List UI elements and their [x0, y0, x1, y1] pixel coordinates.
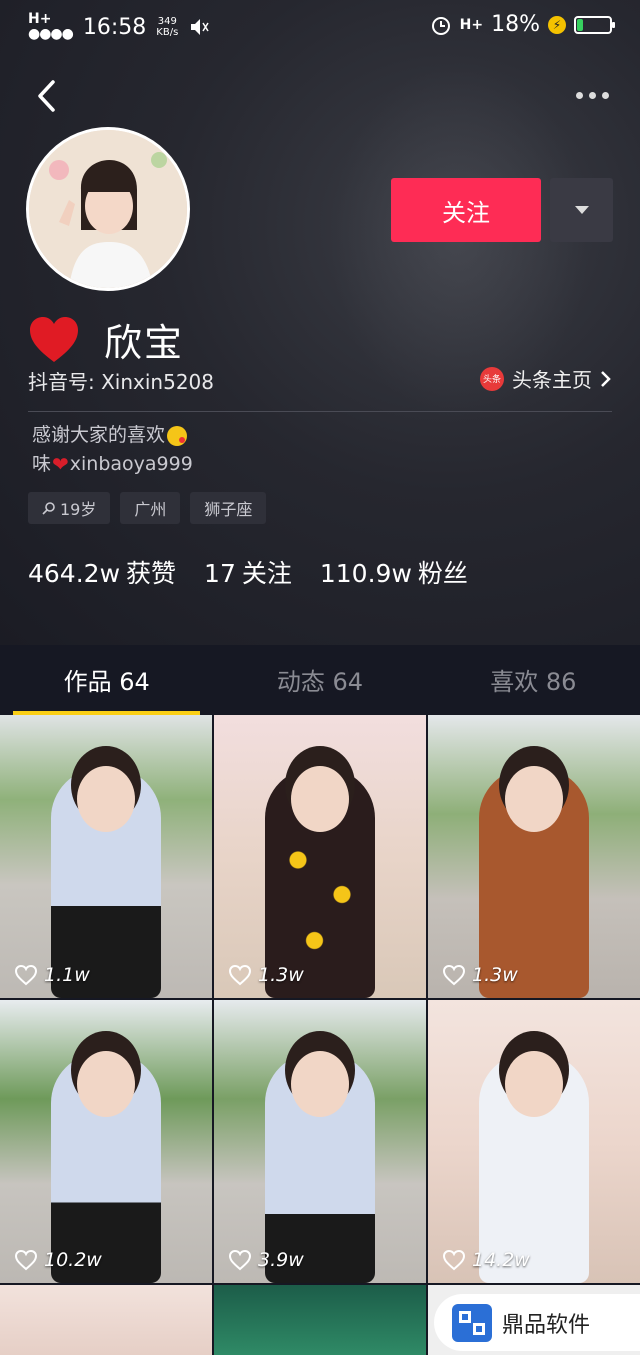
bio-line-2-prefix: 味	[32, 453, 52, 475]
heart-outline-icon	[14, 964, 38, 986]
female-icon	[42, 502, 55, 515]
bio-line-1: 感谢大家的喜欢	[32, 424, 166, 446]
mute-icon	[191, 19, 209, 35]
charging-icon: ⚡	[548, 15, 566, 34]
avatar[interactable]	[26, 127, 190, 291]
triangle-down-icon	[574, 206, 589, 214]
bio: 感谢大家的喜欢 味 ❤ xinbaoya999	[32, 421, 193, 479]
stat-following[interactable]: 17 关注	[204, 554, 292, 590]
battery-icon	[574, 15, 615, 34]
stat-fans[interactable]: 110.9w 粉丝	[320, 554, 468, 590]
status-bar-left: H+ ●●●● 16:58 349 KB/s	[28, 12, 210, 42]
tag-city: 广州	[120, 492, 181, 524]
alarm-icon	[431, 16, 450, 35]
like-count: 10.2w	[14, 1249, 102, 1271]
heart-emoji-icon: ❤	[52, 452, 69, 476]
battery-level	[577, 18, 583, 31]
heart-outline-icon	[228, 1249, 252, 1271]
stat-likes: 464.2w 获赞	[28, 559, 177, 588]
profile-stats: 464.2w 获赞 17 关注 110.9w 粉丝	[28, 554, 468, 590]
follow-button[interactable]: 关注	[391, 178, 541, 242]
toutiao-icon: 头条	[480, 366, 504, 391]
like-count: 3.9w	[228, 1249, 304, 1271]
battery-percent: 18%	[491, 12, 540, 37]
heart-outline-icon	[442, 1249, 466, 1271]
tag-age: 19岁	[28, 492, 111, 524]
heart-outline-icon	[14, 1249, 38, 1271]
watermark: 鼎品软件	[434, 1294, 640, 1351]
heart-icon	[28, 316, 80, 364]
heart-outline-icon	[228, 964, 252, 986]
tab-works[interactable]: 作品 64	[0, 645, 213, 715]
nickname: 欣宝	[104, 321, 185, 365]
back-button[interactable]	[26, 74, 66, 118]
bio-line-2-suffix: xinbaoya999	[69, 453, 193, 475]
heart-outline-icon	[442, 964, 466, 986]
more-dots-icon[interactable]	[570, 80, 614, 110]
like-count: 1.3w	[442, 964, 518, 986]
toutiao-label: 头条主页	[512, 368, 592, 392]
video-thumbnail[interactable]	[214, 1285, 426, 1355]
like-count: 1.1w	[14, 964, 90, 986]
video-thumbnail[interactable]: 1.1w	[0, 715, 212, 998]
tab-moments[interactable]: 动态 64	[213, 645, 426, 713]
toutiao-homepage-link[interactable]: 头条 头条主页	[480, 364, 612, 393]
like-count: 1.3w	[228, 964, 304, 986]
video-thumbnail[interactable]	[0, 1285, 212, 1355]
tag-zodiac: 狮子座	[190, 492, 267, 524]
watermark-text: 鼎品软件	[502, 1312, 591, 1338]
clock: 16:58	[82, 14, 147, 40]
video-thumbnail[interactable]: 3.9w	[214, 1000, 426, 1283]
video-grid: 1.1w 1.3w 1.3w 10.2w 3.9w 14.2w	[0, 715, 640, 1283]
kiss-emoji-icon	[167, 425, 188, 446]
video-thumbnail[interactable]: 10.2w	[0, 1000, 212, 1283]
video-thumbnail[interactable]: 1.3w	[214, 715, 426, 998]
profile-tags: 19岁 广州 狮子座	[28, 492, 267, 524]
chevron-right-icon	[601, 370, 611, 387]
content-tabs: 作品 64 动态 64 喜欢 86	[0, 645, 640, 715]
logo-icon	[452, 1303, 492, 1342]
signal-icon: H+ ●●●●	[28, 11, 74, 42]
name-row: 欣宝	[28, 312, 184, 367]
tab-likes[interactable]: 喜欢 86	[427, 645, 640, 713]
network-speed: 349 KB/s	[156, 16, 179, 38]
video-thumbnail[interactable]: 14.2w	[428, 1000, 640, 1283]
chevron-left-icon	[38, 80, 55, 112]
network-type: H+	[459, 16, 484, 33]
douyin-id: 抖音号: Xinxin5208	[28, 370, 214, 394]
recommend-dropdown-button[interactable]	[550, 178, 613, 242]
status-bar-right: H+ 18% ⚡	[430, 12, 615, 37]
divider	[28, 411, 612, 412]
like-count: 14.2w	[442, 1249, 530, 1271]
status-bar: H+ ●●●● 16:58 349 KB/s H+ 18% ⚡	[0, 0, 640, 52]
avatar-image	[29, 130, 187, 288]
video-thumbnail[interactable]: 1.3w	[428, 715, 640, 998]
